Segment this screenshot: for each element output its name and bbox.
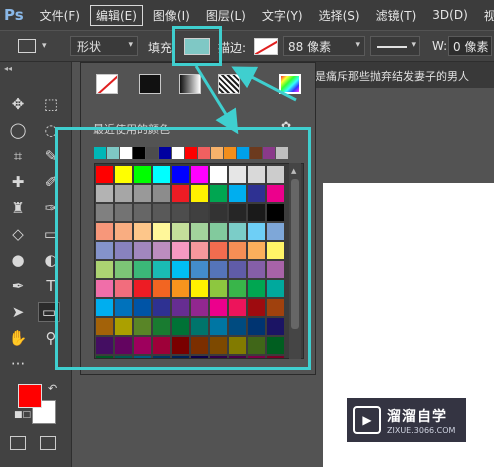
play-icon: ▶ (353, 406, 381, 434)
arrow-down-icon (194, 65, 239, 135)
watermark-title: 溜溜自学 (387, 408, 447, 425)
foreground-color-swatch[interactable] (18, 384, 42, 408)
annotation-arrows (194, 65, 297, 135)
watermark-url: ZIXUE.3066.COM (387, 425, 456, 435)
arrow-left-icon (231, 66, 297, 102)
watermark: ▶ 溜溜自学 ZIXUE.3066.COM (347, 398, 466, 442)
